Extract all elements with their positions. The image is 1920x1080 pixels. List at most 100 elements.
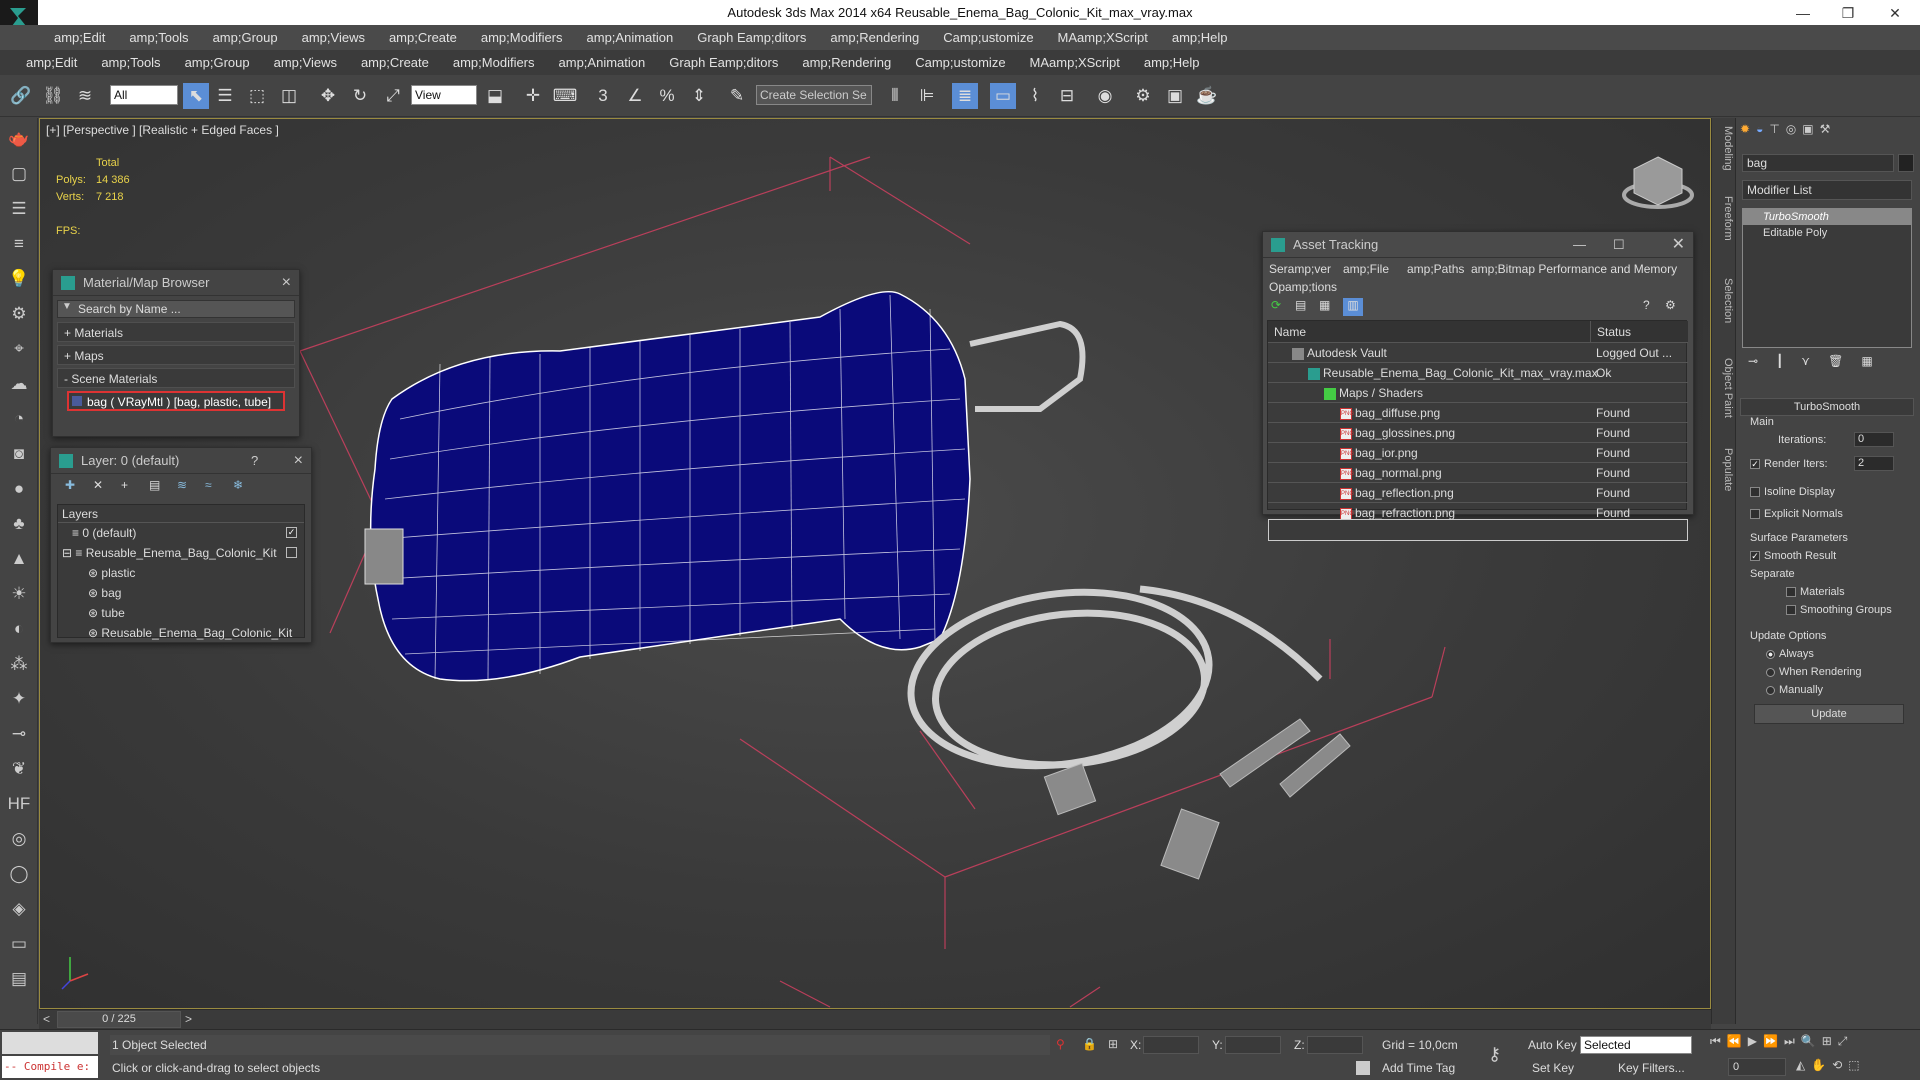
sphere-icon[interactable]: ●	[6, 476, 32, 502]
asset-row[interactable]: PNGbag_reflection.png Found	[1268, 483, 1688, 503]
smoothing-groups-checkbox[interactable]	[1786, 605, 1796, 616]
remove-modifier-icon[interactable]: 🗑	[1828, 354, 1843, 376]
smoothing-groups-row[interactable]: Smoothing Groups	[1786, 604, 1892, 616]
menu-item-menubar1-6[interactable]: amp;Animation	[587, 30, 674, 45]
material-search-input[interactable]: Search by Name ...	[78, 302, 181, 316]
menu-item-menubar2-8[interactable]: amp;Rendering	[802, 55, 891, 70]
percent-snap-icon[interactable]: %	[654, 83, 680, 109]
unlink-icon[interactable]: ⛓	[40, 83, 66, 109]
move-icon[interactable]: ✥	[315, 83, 341, 109]
configure-sets-icon[interactable]: ▦	[1861, 354, 1872, 376]
menu-item-menubar2-9[interactable]: Camp;ustomize	[915, 55, 1005, 70]
bind-spacewarp-icon[interactable]: ≋	[72, 83, 98, 109]
maxscript-listener-top[interactable]	[2, 1032, 98, 1054]
maps-rollout[interactable]: + Maps	[57, 345, 295, 365]
absolute-mode-icon[interactable]: ⊞	[1108, 1037, 1118, 1051]
layer-row-object[interactable]: ⊛ bag	[58, 583, 303, 603]
layer-row-group[interactable]: ⊟ ≡ Reusable_Enema_Bag_Colonic_Kit	[58, 543, 303, 563]
hide-all-icon[interactable]: ≈	[205, 478, 212, 492]
menu-item-menubar2-6[interactable]: amp;Animation	[559, 55, 646, 70]
layer-row-object[interactable]: ⊛ plastic	[58, 563, 303, 583]
go-to-end-icon[interactable]: ⏭	[1784, 1034, 1795, 1054]
asset-row[interactable]: PNGbag_glossines.png Found	[1268, 423, 1688, 443]
asset-row[interactable]: PNGbag_ior.png Found	[1268, 443, 1688, 463]
asset-menu-item[interactable]: amp;Paths	[1407, 262, 1464, 276]
update-button[interactable]: Update	[1754, 704, 1904, 724]
hanger-loop[interactable]	[969, 320, 1086, 412]
isoline-row[interactable]: Isoline Display	[1750, 486, 1835, 498]
active-layer-check-icon[interactable]: ✓	[286, 527, 297, 538]
menu-item-menubar1-1[interactable]: amp;Tools	[129, 30, 188, 45]
render-iters-checkbox[interactable]: ✓	[1750, 459, 1760, 470]
modifier-list-dropdown[interactable]: Modifier List	[1742, 180, 1912, 200]
when-rendering-radio[interactable]	[1766, 667, 1775, 677]
menu-item-menubar1-9[interactable]: Camp;ustomize	[943, 30, 1033, 45]
smooth-result-row[interactable]: ✓ Smooth Result	[1750, 550, 1836, 562]
asset-help-icon[interactable]: ?	[1643, 298, 1650, 312]
menu-item-menubar1-2[interactable]: amp;Group	[213, 30, 278, 45]
asset-menu-item[interactable]: amp;Bitmap Performance and Memory	[1471, 262, 1677, 276]
field-of-view-icon[interactable]: ◭	[1796, 1058, 1805, 1078]
add-to-layer-icon[interactable]: +	[121, 478, 128, 492]
asset-row[interactable]: Maps / Shaders	[1268, 383, 1688, 403]
menu-item-menubar2-2[interactable]: amp;Group	[185, 55, 250, 70]
material-search-field[interactable]: ▼ Search by Name ...	[57, 300, 295, 318]
layer-row-object[interactable]: ⊛ tube	[58, 603, 303, 623]
set-key-button[interactable]: Set Key	[1532, 1061, 1574, 1075]
menu-item-menubar2-10[interactable]: MAamp;XScript	[1030, 55, 1120, 70]
previous-frame-icon[interactable]: ⏪	[1727, 1034, 1742, 1054]
side-tab-populate[interactable]: Populate	[1714, 448, 1734, 491]
auto-key-button[interactable]: Auto Key	[1528, 1038, 1577, 1052]
box-icon[interactable]: ▢	[6, 161, 32, 187]
asset-close-icon[interactable]: ✕	[1672, 232, 1685, 258]
menu-item-menubar2-0[interactable]: amp;Edit	[26, 55, 77, 70]
cylinder-icon[interactable]: ◙	[6, 441, 32, 467]
menu-item-menubar1-7[interactable]: Graph Eamp;ditors	[697, 30, 806, 45]
pan-icon[interactable]: ✋	[1811, 1058, 1826, 1078]
nozzles[interactable]	[1043, 718, 1351, 880]
show-end-result-icon[interactable]: ┃	[1776, 354, 1783, 376]
play-icon[interactable]: ▶	[1748, 1034, 1757, 1054]
asset-menu-item[interactable]: Seramp;ver	[1269, 262, 1331, 276]
utilities-tab-icon[interactable]: ⚒	[1820, 122, 1831, 146]
render-setup-icon[interactable]: ⚙	[1130, 83, 1156, 109]
sun-icon[interactable]: ☀	[6, 581, 32, 607]
timeline-prev-button[interactable]: <	[43, 1012, 50, 1026]
asset-row[interactable]: PNGbag_normal.png Found	[1268, 463, 1688, 483]
object-color-swatch[interactable]	[1898, 154, 1914, 172]
menu-item-menubar1-5[interactable]: amp;Modifiers	[481, 30, 563, 45]
layer-row-object[interactable]: ⊛ Reusable_Enema_Bag_Colonic_Kit	[58, 623, 303, 643]
material-browser-title[interactable]: Material/Map Browser ×	[53, 270, 299, 296]
materials-rollout[interactable]: + Materials	[57, 322, 295, 342]
search-dropdown-icon[interactable]: ▼	[62, 301, 72, 312]
material-editor-icon[interactable]: ◉	[1092, 83, 1118, 109]
edit-named-selection-icon[interactable]: ✎	[724, 83, 750, 109]
hair-icon[interactable]: HF	[6, 791, 32, 817]
z-coordinate-field[interactable]	[1307, 1036, 1363, 1054]
layer-help-icon[interactable]: ?	[251, 448, 258, 474]
add-time-tag[interactable]: Add Time Tag	[1382, 1061, 1455, 1075]
zoom-all-icon[interactable]: ⊞	[1822, 1034, 1832, 1054]
camera-icon[interactable]: ⚙	[6, 301, 32, 327]
iterations-spinner[interactable]: 0	[1854, 432, 1894, 448]
layer-visibility-checkbox[interactable]	[286, 547, 297, 558]
selection-filter-dropdown[interactable]: All	[110, 85, 178, 105]
when-rendering-row[interactable]: When Rendering	[1766, 666, 1862, 678]
angle-snap-icon[interactable]: ∠	[622, 83, 648, 109]
display-icon[interactable]: ▭	[6, 931, 32, 957]
menu-item-menubar2-1[interactable]: amp;Tools	[101, 55, 160, 70]
time-tag-icon[interactable]	[1356, 1061, 1370, 1075]
asset-row[interactable]: Reusable_Enema_Bag_Colonic_Kit_max_vray.…	[1268, 363, 1688, 383]
table-view-icon[interactable]: ▥	[1343, 298, 1363, 316]
orbit-icon[interactable]: ⟲	[1832, 1058, 1842, 1078]
viewport-label[interactable]: [+] [Perspective ] [Realistic + Edged Fa…	[46, 123, 279, 137]
stack-item-editable-poly[interactable]: Editable Poly	[1743, 225, 1911, 241]
current-frame-field[interactable]: 0	[1728, 1058, 1786, 1076]
go-to-start-icon[interactable]: ⏮	[1710, 1034, 1721, 1054]
menu-item-menubar1-4[interactable]: amp;Create	[389, 30, 457, 45]
create-tab-icon[interactable]: ✹	[1740, 122, 1750, 146]
asset-menu-item[interactable]: amp;File	[1343, 262, 1389, 276]
scene-materials-rollout[interactable]: - Scene Materials	[57, 368, 295, 388]
menu-item-menubar1-10[interactable]: MAamp;XScript	[1058, 30, 1148, 45]
asset-minimize-icon[interactable]: —	[1573, 232, 1586, 258]
